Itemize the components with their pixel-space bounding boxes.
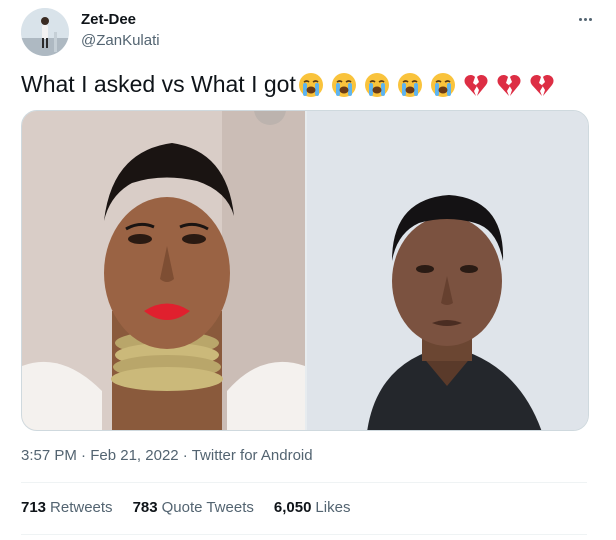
loudly-crying-face-icon [430,72,456,98]
tweet-source[interactable]: Twitter for Android [192,447,313,464]
quote-tweets-stat[interactable]: 783 Quote Tweets [133,499,254,516]
media-grid [21,110,589,431]
divider [21,482,587,483]
retweets-stat[interactable]: 713 Retweets [21,499,113,516]
tweet-time[interactable]: 3:57 PM [21,447,77,464]
broken-heart-icon [496,72,522,98]
more-options-icon[interactable] [574,8,596,30]
tweet-card: Zet-Dee @ZanKulati What I asked vs What … [0,0,616,540]
loudly-crying-face-icon [331,72,357,98]
author-name[interactable]: Zet-Dee [81,11,136,28]
likes-label: Likes [315,499,351,516]
tweet-meta: 3:57 PM · Feb 21, 2022 · Twitter for And… [21,447,313,464]
photo-right[interactable] [307,111,588,430]
retweets-label: Retweets [50,499,113,516]
loudly-crying-face-icon [397,72,423,98]
avatar[interactable] [21,8,69,56]
photo-left[interactable] [22,111,305,430]
retweets-count: 713 [21,499,47,516]
emoji-row [298,72,562,98]
loudly-crying-face-icon [298,72,324,98]
loudly-crying-face-icon [364,72,390,98]
broken-heart-icon [463,72,489,98]
likes-count: 6,050 [273,499,312,516]
author-handle[interactable]: @ZanKulati [81,32,160,49]
broken-heart-icon [529,72,555,98]
divider [21,534,587,535]
tweet-date[interactable]: Feb 21, 2022 [90,447,178,464]
quotes-count: 783 [132,499,158,516]
tweet-text: What I asked vs What I got [21,71,562,98]
tweet-text-content: What I asked vs What I got [21,71,296,97]
meta-separator: · [81,447,91,464]
quotes-label: Quote Tweets [161,499,254,516]
meta-separator: · [182,447,192,464]
tweet-stats: 713 Retweets 783 Quote Tweets 6,050 Likes [21,499,370,516]
likes-stat[interactable]: 6,050 Likes [274,499,351,516]
